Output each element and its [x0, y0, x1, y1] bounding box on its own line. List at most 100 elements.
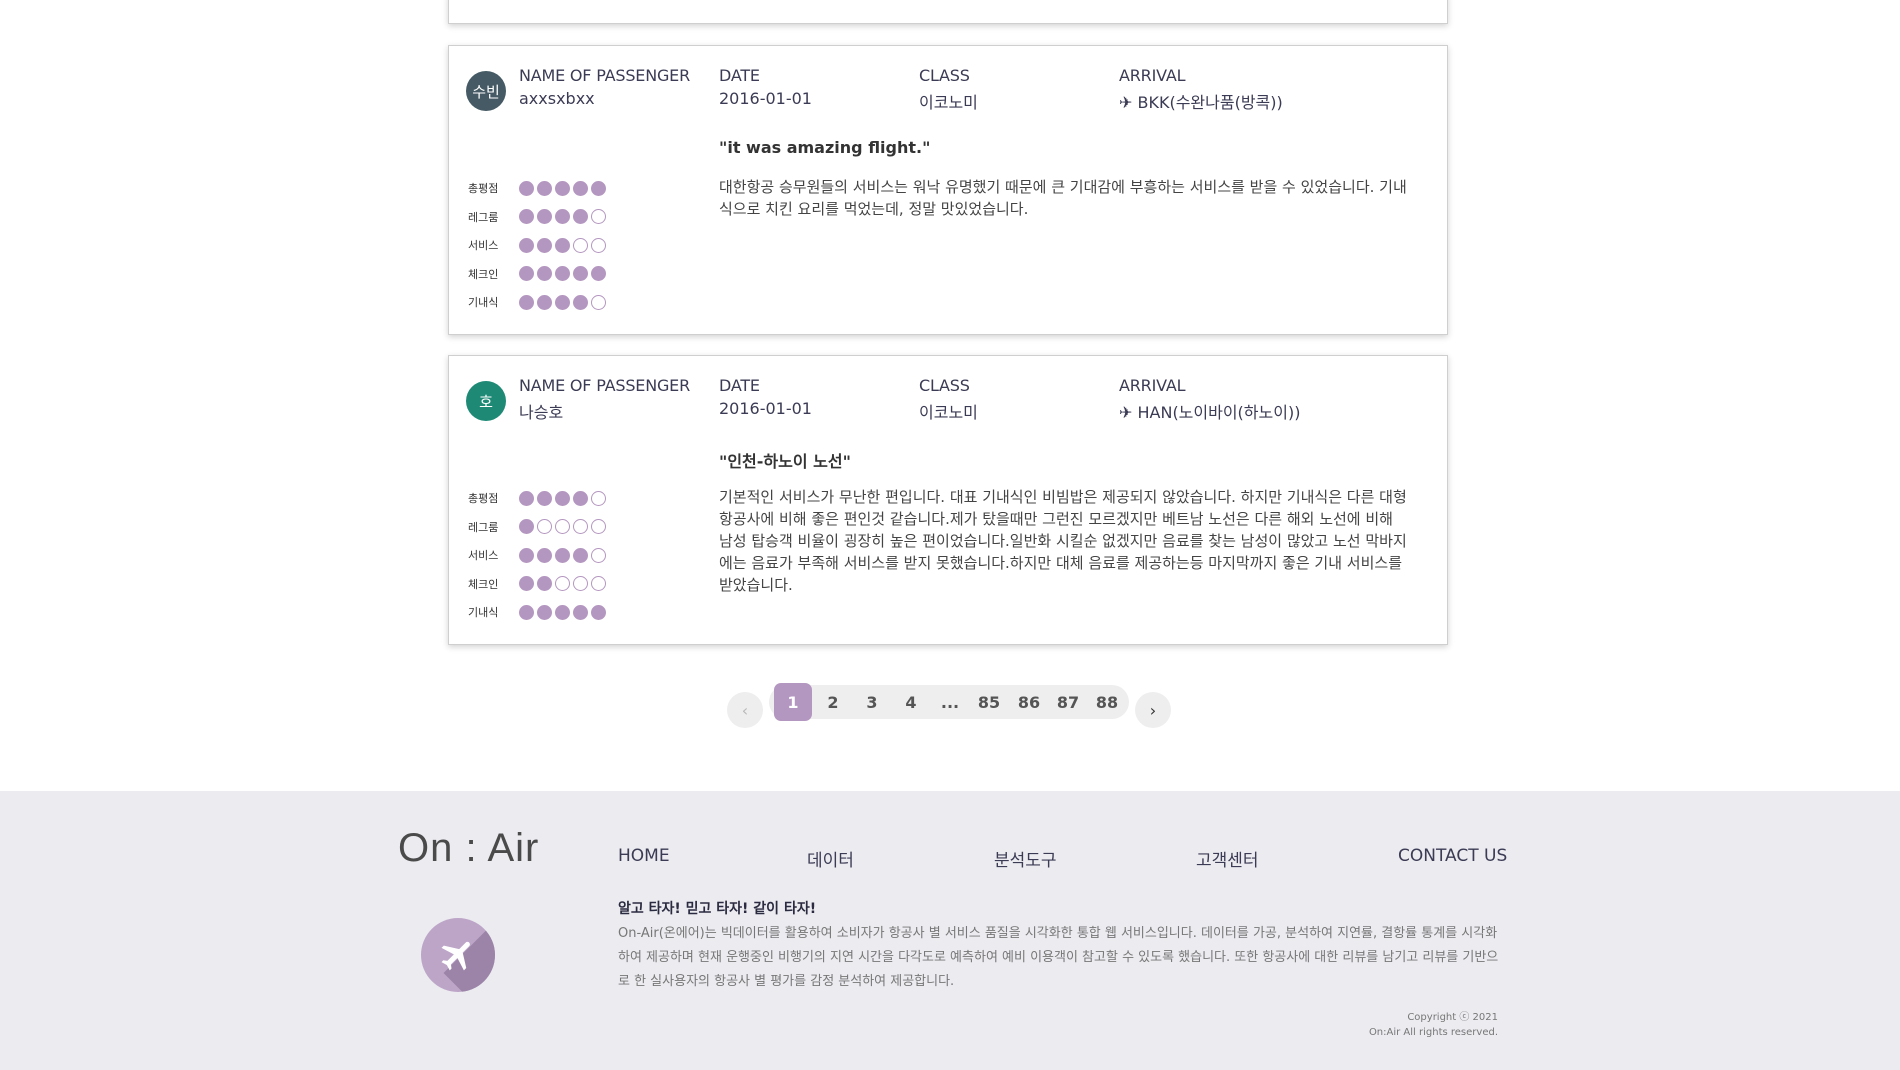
rating-dot — [537, 266, 552, 282]
rating-dots — [519, 490, 606, 506]
rating-dots — [519, 604, 606, 620]
rating-label: 기내식 — [468, 606, 499, 620]
rating-label: 서비스 — [468, 239, 499, 253]
rating-list: 총평점레그룸서비스체크인기내식 — [468, 174, 606, 317]
rating-dot — [537, 490, 552, 506]
rating-dots — [519, 576, 606, 592]
rating-row: 체크인 — [468, 260, 606, 289]
review-card: 수빈 NAME OF PASSENGER axxsxbxx DATE 2016-01-0… — [448, 45, 1448, 335]
rating-dot — [573, 180, 588, 196]
page-number-button[interactable]: 1 — [774, 683, 812, 721]
rating-label: 총평점 — [468, 182, 499, 196]
rating-label: 체크인 — [468, 267, 499, 281]
rating-dot — [591, 209, 606, 225]
review-title: "인천-하노이 노선" — [719, 452, 851, 471]
rating-label: 레그룸 — [468, 210, 499, 224]
page-number-button[interactable]: 85 — [970, 683, 1008, 721]
rating-dot — [555, 576, 570, 592]
passenger-name-field: NAME OF PASSENGER 나승호 — [519, 376, 690, 423]
page-number-button[interactable]: 87 — [1049, 683, 1087, 721]
avatar: 수빈 — [466, 71, 506, 111]
arrival-field: ARRIVAL ✈ HAN(노이바이(하노이)) — [1119, 376, 1300, 423]
prev-page-button[interactable]: ‹ — [727, 692, 763, 728]
review-card: 호 NAME OF PASSENGER 나승호 DATE 2016-01-01 CLASS… — [448, 355, 1448, 645]
rating-row: 기내식 — [468, 598, 606, 627]
copyright: Copyright ⓒ 2021 On:Air All rights reser… — [1369, 1010, 1498, 1040]
rating-dot — [573, 266, 588, 282]
rating-dot — [591, 266, 606, 282]
avatar: 호 — [466, 381, 506, 421]
footer-nav-data[interactable]: 데이터 — [807, 846, 854, 871]
class-field: CLASS 이코노미 — [919, 376, 978, 423]
passenger-name: 나승호 — [519, 403, 564, 422]
site-logo[interactable]: On : Air — [398, 826, 539, 871]
passenger-name-field: NAME OF PASSENGER axxsxbxx — [519, 66, 690, 108]
rating-dot — [555, 490, 570, 506]
rating-dot — [519, 604, 534, 620]
arrival-field: ARRIVAL ✈ BKK(수완나품(방콕)) — [1119, 66, 1283, 113]
rating-dots — [519, 519, 606, 535]
footer-slogan: 알고 타자! 믿고 타자! 같이 타자! — [618, 901, 817, 917]
rating-dot — [537, 519, 552, 535]
rating-dots — [519, 547, 606, 563]
page-number-button[interactable]: 86 — [1010, 683, 1048, 721]
field-label: ARRIVAL — [1119, 376, 1186, 395]
seat-class: 이코노미 — [919, 93, 978, 112]
rating-dot — [519, 209, 534, 225]
rating-dot — [519, 490, 534, 506]
flight-date: 2016-01-01 — [719, 89, 812, 108]
page-number-button[interactable]: 4 — [892, 683, 930, 721]
next-page-button[interactable]: › — [1135, 692, 1171, 728]
rating-label: 서비스 — [468, 549, 499, 563]
field-label: NAME OF PASSENGER — [519, 376, 690, 395]
rating-dot — [555, 266, 570, 282]
review-body: 대한항공 승무원들의 서비스는 워낙 유명했기 때문에 큰 기대감에 부흥하는 … — [719, 178, 1407, 218]
rating-dot — [555, 547, 570, 563]
rating-dot — [519, 547, 534, 563]
rating-dot — [591, 294, 606, 310]
rating-dot — [591, 519, 606, 535]
rating-dot — [537, 604, 552, 620]
rating-dot — [555, 180, 570, 196]
date-field: DATE 2016-01-01 — [719, 66, 812, 108]
rating-label: 기내식 — [468, 296, 499, 310]
airplane-logo-icon — [421, 918, 495, 992]
rating-row: 총평점 — [468, 174, 606, 203]
rating-dot — [555, 209, 570, 225]
page-number-button[interactable]: 3 — [853, 683, 891, 721]
rating-dot — [537, 294, 552, 310]
footer-nav-contact-us[interactable]: CONTACT US — [1398, 846, 1507, 866]
rating-dot — [591, 576, 606, 592]
rating-dot — [519, 266, 534, 282]
page-number-button[interactable]: 88 — [1088, 683, 1126, 721]
rating-dot — [591, 237, 606, 253]
rating-dot — [573, 490, 588, 506]
field-label: ARRIVAL — [1119, 66, 1186, 85]
rating-row: 총평점 — [468, 484, 606, 513]
footer-nav-customer-center[interactable]: 고객센터 — [1196, 846, 1259, 871]
footer-nav-home[interactable]: HOME — [618, 846, 670, 866]
rating-row: 기내식 — [468, 288, 606, 317]
rating-dots — [519, 180, 606, 196]
footer-description: On-Air(온에어)는 빅데이터를 활용하여 소비자가 항공사 별 서비스 품… — [618, 926, 1499, 989]
arrival-airport: ✈ HAN(노이바이(하노이)) — [1119, 403, 1301, 422]
footer-nav-analysis-tools[interactable]: 분석도구 — [994, 846, 1057, 871]
rating-dot — [591, 604, 606, 620]
field-label: NAME OF PASSENGER — [519, 66, 690, 85]
copyright-line-1: Copyright ⓒ 2021 — [1407, 1012, 1498, 1023]
rating-dots — [519, 237, 606, 253]
rating-dot — [555, 604, 570, 620]
rating-dot — [591, 180, 606, 196]
page-number-button[interactable]: 2 — [814, 683, 852, 721]
rating-dot — [573, 294, 588, 310]
rating-dot — [519, 576, 534, 592]
rating-dot — [519, 180, 534, 196]
rating-dot — [519, 294, 534, 310]
rating-dot — [555, 519, 570, 535]
date-field: DATE 2016-01-01 — [719, 376, 812, 418]
review-card-previous — [448, 0, 1448, 24]
rating-label: 총평점 — [468, 492, 499, 506]
rating-dot — [591, 547, 606, 563]
flight-date: 2016-01-01 — [719, 399, 812, 418]
rating-list: 총평점 레그룸 서비스 체크인 기내식 — [468, 484, 606, 627]
